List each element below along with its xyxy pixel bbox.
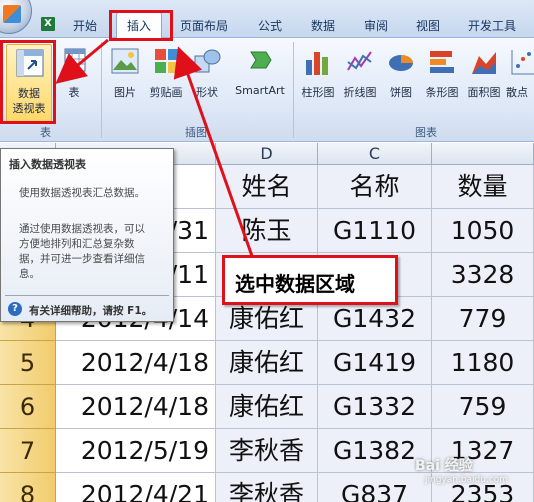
smartart-label: SmartArt [235,84,285,97]
tab-review[interactable]: 审阅 [364,17,388,34]
shapes-button[interactable]: 形状 [190,46,224,106]
highlight-insert-tab [109,10,173,41]
cell-code[interactable]: G1419 [318,341,432,385]
tooltip-body-line: 通过使用数据透视表，可以 [19,223,145,235]
tooltip-body-line: 息。 [19,268,40,280]
tooltip-separator [5,295,169,296]
tab-formulas[interactable]: 公式 [258,17,282,34]
row-header[interactable]: 5 [0,341,56,385]
cell-qty[interactable]: 1050 [432,209,534,253]
tab-view[interactable]: 视图 [416,17,440,34]
line-chart-label: 折线图 [343,86,377,99]
line-chart-button[interactable]: 折线图 [340,46,380,106]
scatter-chart-icon [511,50,534,75]
row-header[interactable]: 6 [0,385,56,429]
smartart-button[interactable]: SmartArt [230,46,290,106]
highlight-pivot-button [0,40,56,124]
cell-name-header[interactable]: 姓名 [216,165,318,209]
ribbon-insert: 数据 透视表 表 表 图片 剪贴画 形状 SmartArt 插图 柱形图 折线图… [0,38,534,142]
office-button[interactable] [0,0,32,34]
cell-qty[interactable]: 779 [432,297,534,341]
ribbon-tab-bar: X 开始 插入 页面布局 公式 数据 审阅 视图 开发工具 [0,0,534,39]
cell-date[interactable]: 2012/5/19 [56,429,216,473]
cell-qty[interactable]: 1180 [432,341,534,385]
shapes-icon [194,49,221,73]
cell-name[interactable]: 康佑红 [216,385,318,429]
cell-code-header[interactable]: 名称 [318,165,432,209]
bar-chart-icon [430,51,454,73]
group-separator [293,42,294,138]
tooltip-help: 有关详细帮助，请按 F1。 [29,305,153,317]
column-header-d[interactable]: D [216,143,318,165]
clipart-button[interactable]: 剪贴画 [146,46,186,106]
tab-data[interactable]: 数据 [311,17,335,34]
cell-code[interactable]: G1332 [318,385,432,429]
tab-developer[interactable]: 开发工具 [468,17,516,34]
row-header[interactable]: 8 [0,473,56,502]
cell-qty-header[interactable]: 数量 [432,165,534,209]
area-chart-label: 面积图 [467,86,501,99]
pie-chart-button[interactable]: 饼图 [384,46,418,106]
group-separator [101,42,102,138]
watermark-main: Bai 经验 [415,458,473,474]
row-header[interactable]: 7 [0,429,56,473]
help-icon: ? [8,302,22,316]
column-chart-button[interactable]: 柱形图 [298,46,338,106]
tooltip-body-line: 据，并可进一步查看详细信 [19,253,145,265]
group-label-charts: 图表 [415,126,437,139]
tooltip-line: 使用数据透视表汇总数据。 [19,187,145,199]
cell-date[interactable]: 2012/4/18 [56,341,216,385]
picture-icon [111,48,139,74]
line-chart-icon [347,51,372,71]
cell-name[interactable]: 李秋香 [216,429,318,473]
smartart-icon [250,51,272,69]
office-logo-icon [3,5,21,23]
cell-qty[interactable]: 759 [432,385,534,429]
group-label-illustrations: 插图 [185,126,207,139]
tooltip-title: 插入数据透视表 [9,158,86,171]
column-chart-icon [306,52,328,75]
cell-name[interactable]: 李秋香 [216,473,318,502]
pie-chart-icon [389,55,413,71]
group-label-tables: 表 [40,126,51,139]
picture-button[interactable]: 图片 [108,46,142,106]
pie-chart-label: 饼图 [390,86,412,99]
cell-code[interactable]: G1110 [318,209,432,253]
bar-chart-label: 条形图 [425,86,459,99]
table-button[interactable]: 表 [60,46,88,106]
watermark-sub: jingyan.baidu.com [425,475,509,485]
column-header-c[interactable]: C [318,143,432,165]
cell-name[interactable]: 陈玉 [216,209,318,253]
area-chart-icon [472,52,496,74]
excel-icon[interactable]: X [41,17,55,31]
column-header-f[interactable] [432,143,534,165]
tab-home[interactable]: 开始 [73,17,97,34]
column-chart-label: 柱形图 [301,86,335,99]
cell-name[interactable]: 康佑红 [216,341,318,385]
bar-chart-button[interactable]: 条形图 [422,46,462,106]
scatter-chart-label: 散点 [506,86,528,99]
tab-page-layout[interactable]: 页面布局 [180,17,228,34]
scatter-chart-button[interactable]: 散点 [506,46,534,106]
tooltip-body-line: 方便地排列和汇总复杂数 [19,238,135,250]
shapes-label: 形状 [196,86,218,99]
clipart-icon [155,49,179,73]
baidu-watermark: Bai 经验 jingyan.baidu.com [415,455,508,485]
table-icon [64,48,86,72]
pivot-table-tooltip: 插入数据透视表 使用数据透视表汇总数据。 通过使用数据透视表，可以 方便地排列和… [0,148,174,322]
area-chart-button[interactable]: 面积图 [464,46,504,106]
callout-select-data-range: 选中数据区域 [222,255,398,305]
table-label: 表 [68,86,80,99]
cell-qty[interactable]: 3328 [432,253,534,297]
clipart-label: 剪贴画 [149,86,183,99]
cell-date[interactable]: 2012/4/21 [56,473,216,502]
cell-date[interactable]: 2012/4/18 [56,385,216,429]
picture-label: 图片 [114,86,136,99]
